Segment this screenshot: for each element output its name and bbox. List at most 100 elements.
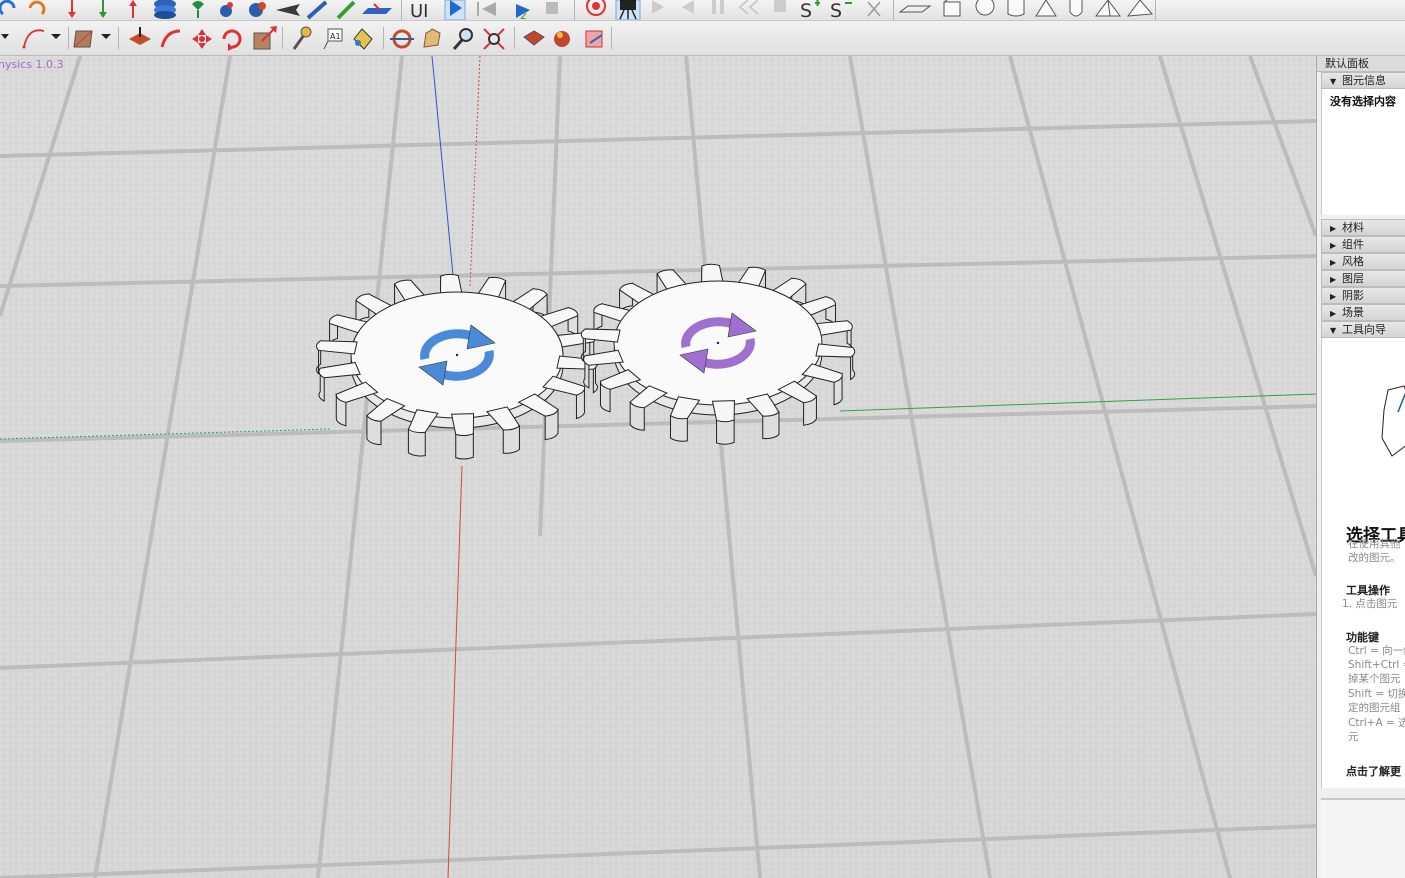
panel-styles-label: 风格 (1342, 255, 1364, 268)
sandbox-add-label: S (800, 0, 812, 20)
piston-icon[interactable] (336, 0, 356, 20)
animation-stop-icon[interactable] (774, 0, 786, 12)
text-tool-icon[interactable]: A1 (323, 28, 343, 50)
panel-entity-info[interactable]: ▼ 图元信息 (1321, 72, 1405, 89)
scale-icon[interactable] (253, 26, 277, 50)
sandbox-sub-label: S (830, 0, 842, 20)
instructor-key-line: Shift = 切换 (1348, 688, 1405, 700)
plugin-version-label: hysics 1.0.3 (0, 58, 64, 71)
share-model-icon[interactable] (585, 30, 603, 48)
sandbox-sub-icon[interactable]: S (830, 0, 852, 22)
rotate-icon[interactable] (222, 29, 242, 51)
move-icon[interactable] (192, 29, 212, 49)
instructor-keys-heading: 功能键 (1346, 631, 1379, 644)
animation-play-icon[interactable] (652, 0, 664, 14)
collapsed-arrow-icon: ▶ (1330, 224, 1337, 233)
instructor-more-link[interactable]: 点击了解更 (1346, 763, 1401, 779)
surface-icon[interactable] (362, 3, 392, 14)
camera-icon[interactable] (615, 0, 641, 21)
pyramid-icon[interactable] (1095, 0, 1121, 17)
move-down-red-icon[interactable] (68, 0, 76, 18)
panel-materials[interactable]: ▶ 材料 (1321, 219, 1405, 236)
scene-2-icon[interactable]: 2 (516, 4, 530, 22)
panel-styles[interactable]: ▶ 风格 (1321, 253, 1405, 270)
panel-scenes[interactable]: ▶ 场景 (1321, 304, 1405, 321)
instructor-ops-heading: 工具操作 (1346, 584, 1390, 597)
scene-canvas[interactable] (0, 56, 1316, 878)
box-icon[interactable] (943, 0, 961, 17)
close-x-icon[interactable] (867, 1, 881, 17)
follow-me-icon[interactable] (160, 29, 181, 48)
select-tool-illustration (1381, 385, 1405, 457)
thruster-icon[interactable] (276, 4, 300, 16)
collapsed-arrow-icon: ▶ (1330, 258, 1337, 267)
panel-components-label: 组件 (1342, 238, 1364, 251)
sandbox-add-icon[interactable]: S (800, 0, 820, 22)
cone-icon[interactable] (1035, 0, 1057, 17)
cylinder-icon[interactable] (1007, 0, 1025, 17)
top-toolbar-icons: UI 2 S S (0, 0, 1156, 22)
redo-icon[interactable] (28, 0, 46, 16)
panel-layers-label: 图层 (1342, 272, 1364, 285)
record-target-icon[interactable] (586, 0, 606, 16)
tray-title: 默认面板 (1317, 56, 1405, 72)
servo-icon[interactable] (249, 2, 266, 17)
move-up-red-icon[interactable] (129, 0, 137, 18)
warehouse-icon[interactable] (523, 30, 545, 46)
panel-shadows-label: 阴影 (1342, 289, 1364, 302)
instructor-intro-line: 在使用其他 (1348, 538, 1401, 550)
dropdown-arrow-icon[interactable] (1, 34, 9, 39)
svg-text:UI: UI (410, 1, 428, 20)
rectangle-dropdown-icon[interactable] (101, 34, 111, 39)
instructor-key-line: Shift+Ctrl = (1348, 659, 1405, 671)
panel-instructor[interactable]: ▼ 工具向导 (1321, 321, 1405, 338)
tape-measure-icon[interactable] (292, 26, 312, 50)
push-pull-icon[interactable] (129, 27, 151, 45)
play-simulation-icon[interactable] (444, 0, 466, 21)
pan-hand-icon[interactable] (423, 28, 441, 48)
paint-bucket-icon[interactable] (353, 28, 373, 50)
panel-materials-label: 材料 (1342, 221, 1364, 234)
reset-icon[interactable] (477, 2, 496, 16)
layers-stack-icon[interactable] (154, 0, 176, 19)
arc-dropdown-icon[interactable] (51, 34, 61, 39)
animation-pause-icon[interactable] (712, 0, 724, 14)
panel-components[interactable]: ▶ 组件 (1321, 236, 1405, 253)
animation-rewind-icon[interactable] (738, 0, 759, 15)
orbit-icon[interactable] (390, 29, 414, 49)
instructor-key-line: Ctrl+A = 选 (1348, 717, 1405, 729)
tray-empty-area (1321, 798, 1405, 878)
default-tray: 默认面板 ▼ 图元信息 没有选择内容 ▶ 材料 ▶ 组件 ▶ 风格 ▶ 图层 ▶ 阴影 ▶ 场… (1316, 56, 1405, 878)
instructor-intro-line: 改的图元。 (1348, 552, 1401, 564)
pin-green-icon[interactable] (192, 1, 204, 18)
collapsed-arrow-icon: ▶ (1330, 309, 1337, 318)
capsule-icon[interactable] (1069, 0, 1083, 17)
entity-info-body: 没有选择内容 (1321, 89, 1405, 215)
top-toolbar: UI 2 S S (0, 0, 1405, 22)
instructor-body: 选择工具 在使用其他 改的图元。 工具操作 1. 点击图元 功能键 Ctrl =… (1321, 338, 1405, 788)
panel-scenes-label: 场景 (1342, 306, 1364, 319)
rectangle-tool-icon[interactable] (73, 30, 93, 48)
zoom-icon[interactable] (452, 28, 473, 50)
animation-back-icon[interactable] (682, 0, 694, 14)
plane-icon[interactable] (898, 5, 932, 13)
ui-toggle-icon[interactable]: UI (410, 1, 428, 22)
instructor-key-line: 定的图元组 (1348, 702, 1401, 714)
sphere-icon[interactable] (975, 0, 995, 16)
move-down-green-icon[interactable] (99, 0, 107, 18)
panel-shadows[interactable]: ▶ 阴影 (1321, 287, 1405, 304)
panel-entity-info-label: 图元信息 (1342, 74, 1386, 87)
joint-icon[interactable] (220, 2, 233, 17)
zoom-extents-icon[interactable] (483, 28, 505, 50)
stop-icon[interactable] (546, 2, 558, 14)
main-toolbar-icons: A1 (1, 26, 612, 51)
tetra-icon[interactable] (1126, 0, 1154, 17)
undo-icon[interactable] (0, 0, 16, 16)
expanded-arrow-icon: ▼ (1330, 326, 1337, 335)
arc-tool-icon[interactable] (22, 29, 45, 49)
extension-warehouse-icon[interactable] (554, 31, 570, 47)
spring-icon[interactable] (306, 0, 328, 20)
instructor-key-line: 元 (1348, 731, 1359, 743)
model-viewport[interactable]: hysics 1.0.3 (0, 56, 1316, 878)
panel-layers[interactable]: ▶ 图层 (1321, 270, 1405, 287)
